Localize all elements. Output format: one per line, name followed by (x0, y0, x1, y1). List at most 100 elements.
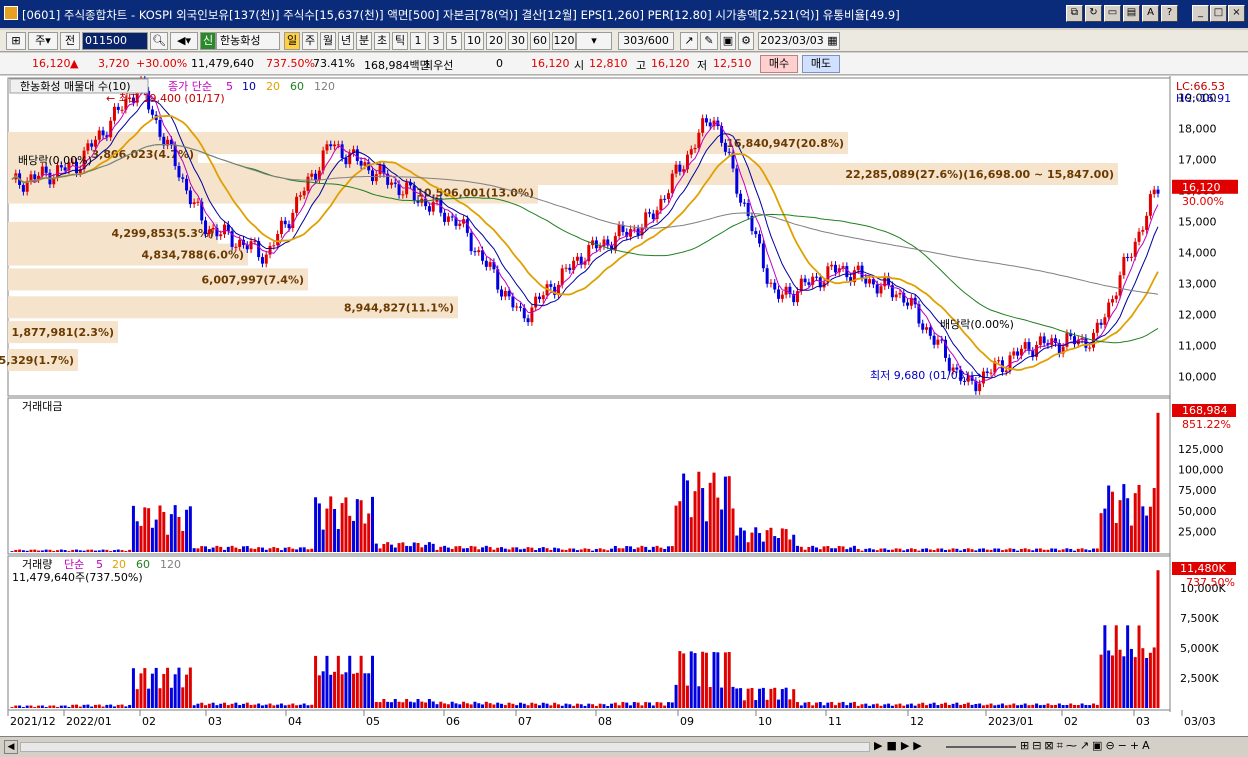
count-field[interactable]: 303/600 (618, 32, 674, 50)
period-button-월[interactable]: 월 (320, 32, 336, 50)
scroll-left-icon[interactable]: ◀ (4, 740, 18, 754)
amount-bar (340, 503, 344, 552)
tool-icons[interactable]: ⊞⊟⊠⌗⁓↗▣⊖−+A (1020, 739, 1153, 753)
amount-bar (894, 548, 898, 552)
stock-code-input[interactable]: 011500 (82, 32, 148, 50)
period-button-10[interactable]: 10 (464, 32, 484, 50)
chart-svg[interactable]: 16,840,947(20.8%) 22,285,089(27.6%)(16,69… (0, 75, 1248, 736)
amount-bar (613, 546, 617, 552)
period-button-5[interactable]: 5 (446, 32, 462, 50)
chart-area[interactable]: 16,840,947(20.8%) 22,285,089(27.6%)(16,69… (0, 75, 1248, 736)
period-button-틱[interactable]: 틱 (392, 32, 408, 50)
font-icon[interactable]: A (1142, 5, 1159, 22)
period-button-1[interactable]: 1 (410, 32, 426, 50)
zoom-slider[interactable] (946, 746, 1016, 748)
candle-body (1118, 275, 1122, 296)
candle-body (1107, 302, 1111, 318)
chart-tool-icon[interactable]: ↗ (680, 32, 698, 50)
date-field[interactable]: 2023/03/03 ▦ (758, 32, 840, 50)
print-icon[interactable]: ▤ (1123, 5, 1140, 22)
volume-bar (890, 705, 894, 708)
period-select[interactable]: 주▾ (28, 32, 58, 50)
candle-body (648, 212, 652, 214)
maximize-button[interactable]: □ (1210, 5, 1227, 22)
amount-bar (162, 511, 166, 552)
volume-bar (329, 674, 333, 708)
link-icon[interactable]: ⧉ (1066, 5, 1083, 22)
volume-bar (33, 707, 37, 708)
volume-bar (370, 655, 374, 708)
volume-bar (807, 702, 811, 708)
amount-bar (204, 546, 208, 552)
volume-bar (947, 705, 951, 708)
volume-bar (389, 702, 393, 708)
candle-body (1023, 342, 1027, 349)
period-button-30[interactable]: 30 (508, 32, 528, 50)
volume-bar (1137, 625, 1141, 708)
volume-bar (48, 705, 52, 708)
save-icon[interactable]: ▣ (720, 32, 736, 50)
volume-bar (928, 703, 932, 708)
unit-select[interactable]: ▾ (576, 32, 612, 50)
candle-body (116, 106, 120, 110)
prev-button[interactable]: 전 (60, 32, 80, 50)
volume-bar (792, 689, 796, 708)
candle-body (314, 173, 318, 181)
candle-body (188, 190, 192, 205)
playback-controls[interactable]: ▶︎■▶︎▶︎ (874, 739, 926, 752)
candle-body (150, 109, 154, 115)
amount-bar (1038, 548, 1042, 552)
amount-bar (572, 548, 576, 552)
amount-bar (40, 550, 44, 552)
volume-bar (374, 701, 378, 708)
amount-bar (226, 546, 230, 552)
period-button-120[interactable]: 120 (552, 32, 576, 50)
period-button-20[interactable]: 20 (486, 32, 506, 50)
settings-icon[interactable]: ⚙ (738, 32, 754, 50)
period-button-분[interactable]: 분 (356, 32, 372, 50)
amount-badge-value: 168,984 (1182, 404, 1228, 417)
period-button-주[interactable]: 주 (302, 32, 318, 50)
candle-body (507, 290, 511, 297)
pin-icon[interactable]: ⊞ (6, 32, 26, 50)
sell-button[interactable]: 매도 (802, 55, 840, 73)
candle-body (541, 295, 545, 300)
close-button[interactable]: × (1228, 5, 1245, 22)
amount-bar (799, 546, 803, 552)
amount-bar (355, 499, 359, 552)
trade-amount: 168,984백만 (364, 59, 430, 72)
price-y-tick: 15,000 (1178, 216, 1217, 229)
amount-bar (629, 546, 633, 552)
volume-bar (18, 705, 22, 708)
refresh-icon[interactable]: ↻ (1085, 5, 1102, 22)
help-icon[interactable]: ? (1161, 5, 1178, 22)
volume-bar (397, 701, 401, 708)
period-button-일[interactable]: 일 (284, 32, 300, 50)
minimize-button[interactable]: _ (1192, 5, 1209, 22)
candle-body (758, 234, 762, 244)
period-button-년[interactable]: 년 (338, 32, 354, 50)
period-button-60[interactable]: 60 (530, 32, 550, 50)
layout-icon[interactable]: ▭ (1104, 5, 1121, 22)
volume-bar (515, 705, 519, 708)
volume-bar (814, 702, 818, 708)
candle-body (674, 164, 678, 174)
amount-bar (82, 550, 86, 552)
period-button-초[interactable]: 초 (374, 32, 390, 50)
volume-bar (583, 705, 587, 708)
volume-bar (1152, 647, 1156, 708)
indicator-icon[interactable]: ✎ (700, 32, 718, 50)
candle-body (978, 383, 982, 392)
speaker-icon[interactable]: ◀▾ (170, 32, 198, 50)
candle-body (754, 231, 758, 235)
amount-bar (454, 546, 458, 552)
amount-bar (382, 544, 386, 552)
search-icon[interactable]: 🔍︎ (150, 32, 168, 50)
period-button-3[interactable]: 3 (428, 32, 444, 50)
volume-bar (906, 704, 910, 708)
amount-bar (856, 548, 860, 552)
volume-bar (1057, 703, 1061, 708)
amount-bar (348, 515, 352, 552)
buy-button[interactable]: 매수 (760, 55, 798, 73)
scrollbar-track[interactable] (20, 742, 870, 752)
